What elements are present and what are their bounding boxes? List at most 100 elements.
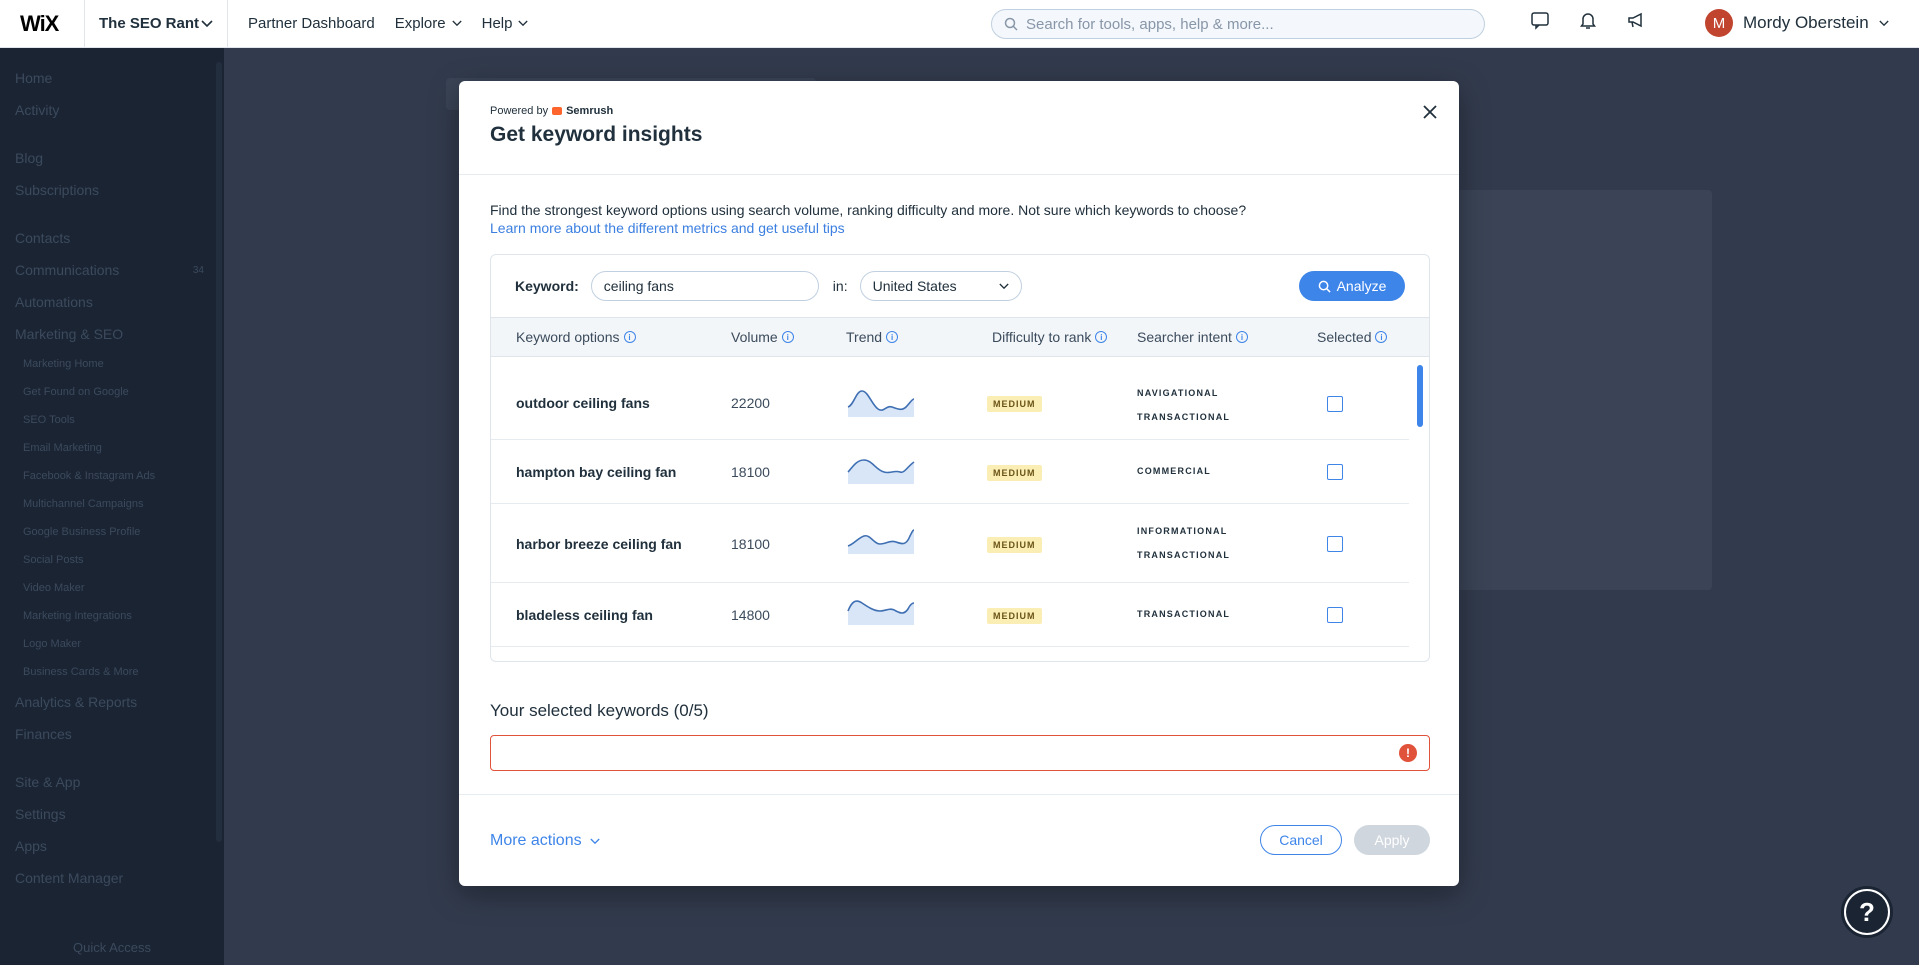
learn-more-link[interactable]: Learn more about the different metrics a… <box>490 219 1428 237</box>
sidebar-subitem[interactable]: Multichannel Campaigns <box>0 490 224 518</box>
col-keyword-options-label: Keyword options <box>516 329 620 345</box>
close-button[interactable] <box>1423 99 1437 125</box>
sidebar-subitem[interactable]: Email Marketing <box>0 434 224 462</box>
sidebar-subitem[interactable]: SEO Tools <box>0 406 224 434</box>
user-menu[interactable]: M Mordy Oberstein <box>1705 9 1889 37</box>
more-actions-button[interactable]: More actions <box>490 832 600 850</box>
close-icon <box>1423 105 1437 119</box>
global-search-input[interactable]: Search for tools, apps, help & more... <box>991 9 1485 39</box>
table-row[interactable]: bladeless ceiling fan 14800 MEDIUM TRANS… <box>491 583 1409 647</box>
sidebar-subitem[interactable]: Video Maker <box>0 574 224 602</box>
keyword-table-body[interactable]: outdoor ceiling fans 22200 MEDIUM NAVIGA… <box>491 357 1429 661</box>
more-actions-label: More actions <box>490 832 582 849</box>
site-switcher[interactable]: The SEO Rant <box>84 0 228 48</box>
sidebar-item-subscriptions[interactable]: Subscriptions <box>0 174 224 206</box>
nav-help[interactable]: Help <box>482 15 529 32</box>
sidebar-subitem[interactable]: Get Found on Google <box>0 378 224 406</box>
nav-partner-dashboard[interactable]: Partner Dashboard <box>248 15 375 32</box>
selected-keywords-title: Your selected keywords (0/5) <box>490 701 709 720</box>
sidebar-item-content-manager[interactable]: Content Manager <box>0 862 224 894</box>
intro-text: Find the strongest keyword options using… <box>459 175 1459 237</box>
sidebar-item-blog[interactable]: Blog <box>0 142 224 174</box>
sidebar-subitem[interactable]: Google Business Profile <box>0 518 224 546</box>
intent-tags: TRANSACTIONAL <box>1137 609 1230 619</box>
info-icon[interactable]: i <box>1095 331 1108 343</box>
keyword-volume: 14800 <box>731 607 770 623</box>
nav-explore-label: Explore <box>394 15 446 32</box>
info-icon[interactable]: i <box>623 331 636 343</box>
sidebar-subitem[interactable]: Social Posts <box>0 546 224 574</box>
col-keyword-options: Keyword options i <box>516 329 636 345</box>
modal-title: Get keyword insights <box>490 123 703 146</box>
intent-tag: TRANSACTIONAL <box>1137 609 1231 619</box>
selected-keywords-field[interactable]: ! <box>490 735 1430 771</box>
sidebar-subitem[interactable]: Marketing Home <box>0 350 224 378</box>
sidebar-subitem[interactable]: Business Cards & More <box>0 658 224 686</box>
megaphone-icon[interactable] <box>1626 10 1646 30</box>
difficulty-badge: MEDIUM <box>987 465 1042 481</box>
sidebar-item-activity[interactable]: Activity <box>0 94 224 126</box>
keyword-volume: 18100 <box>731 536 770 552</box>
col-trend: Trend i <box>846 329 899 345</box>
help-button[interactable]: ? <box>1841 886 1893 938</box>
sidebar-subitem[interactable]: Facebook & Instagram Ads <box>0 462 224 490</box>
quick-access-button[interactable]: Quick Access <box>0 940 224 955</box>
info-icon[interactable]: i <box>886 331 899 343</box>
keyword-search-row: Keyword: ceiling fans in: United States … <box>491 255 1429 317</box>
table-row[interactable]: hampton bay ceiling fan 18100 MEDIUM COM… <box>491 440 1409 504</box>
country-dropdown[interactable]: United States <box>859 271 1022 301</box>
keyword-name: harbor breeze ceiling fan <box>516 536 682 552</box>
select-checkbox[interactable] <box>1327 536 1343 552</box>
bell-icon[interactable] <box>1578 10 1598 30</box>
sidebar-item-finances[interactable]: Finances <box>0 718 224 750</box>
keyword-name: bladeless ceiling fan <box>516 607 653 623</box>
select-checkbox[interactable] <box>1327 396 1343 412</box>
avatar: M <box>1705 9 1733 37</box>
chevron-down-icon <box>589 838 600 844</box>
sidebar-item-apps[interactable]: Apps <box>0 830 224 862</box>
modal-footer: More actions Cancel Apply <box>459 794 1459 886</box>
info-icon[interactable]: i <box>781 331 794 343</box>
cancel-button[interactable]: Cancel <box>1260 825 1342 855</box>
col-difficulty: Difficulty to rank i <box>992 329 1108 345</box>
powered-by-prefix: Powered by <box>490 105 549 117</box>
search-icon <box>1318 280 1331 293</box>
sidebar-item-settings[interactable]: Settings <box>0 798 224 830</box>
info-icon[interactable]: i <box>1235 331 1248 343</box>
country-value: United States <box>872 278 957 294</box>
table-scrollbar[interactable] <box>1417 365 1423 427</box>
sidebar-subitem[interactable]: Logo Maker <box>0 630 224 658</box>
chat-icon[interactable] <box>1530 10 1550 30</box>
select-checkbox[interactable] <box>1327 464 1343 480</box>
sidebar-item-contacts[interactable]: Contacts <box>0 222 224 254</box>
chevron-down-icon <box>518 20 529 27</box>
keyword-input[interactable]: ceiling fans <box>590 271 819 301</box>
sidebar-item-communications[interactable]: Communications 34 <box>0 254 224 286</box>
sidebar-item-communications-label: Communications <box>15 262 120 278</box>
select-checkbox[interactable] <box>1327 607 1343 623</box>
sidebar-item-site-app[interactable]: Site & App <box>0 766 224 798</box>
sidebar-item-analytics[interactable]: Analytics & Reports <box>0 686 224 718</box>
sidebar-subitem[interactable]: Marketing Integrations <box>0 602 224 630</box>
analyze-button[interactable]: Analyze <box>1299 271 1405 301</box>
background-card <box>1440 190 1712 590</box>
modal-header: Powered by Semrush Get keyword insights <box>459 81 1459 175</box>
chevron-down-icon <box>998 283 1009 289</box>
sidebar-item-automations[interactable]: Automations <box>0 286 224 318</box>
table-row[interactable]: outdoor ceiling fans 22200 MEDIUM NAVIGA… <box>491 367 1409 440</box>
sidebar: Home Activity Blog Subscriptions Contact… <box>0 48 224 965</box>
search-icon <box>1004 17 1018 31</box>
sidebar-item-home[interactable]: Home <box>0 62 224 94</box>
sidebar-scrollbar[interactable] <box>216 62 222 842</box>
nav-explore[interactable]: Explore <box>395 15 462 32</box>
trend-sparkline <box>847 600 915 625</box>
sidebar-item-marketing-seo[interactable]: Marketing & SEO <box>0 318 224 350</box>
wix-logo[interactable]: WiX <box>0 11 84 37</box>
info-icon[interactable]: i <box>1375 331 1388 343</box>
apply-button[interactable]: Apply <box>1354 825 1430 855</box>
keyword-name: hampton bay ceiling fan <box>516 464 677 480</box>
table-row[interactable]: harbor breeze ceiling fan 18100 MEDIUM I… <box>491 504 1409 583</box>
col-volume-label: Volume <box>731 329 778 345</box>
chevron-down-icon <box>1879 20 1889 26</box>
col-difficulty-label: Difficulty to rank <box>992 329 1092 345</box>
